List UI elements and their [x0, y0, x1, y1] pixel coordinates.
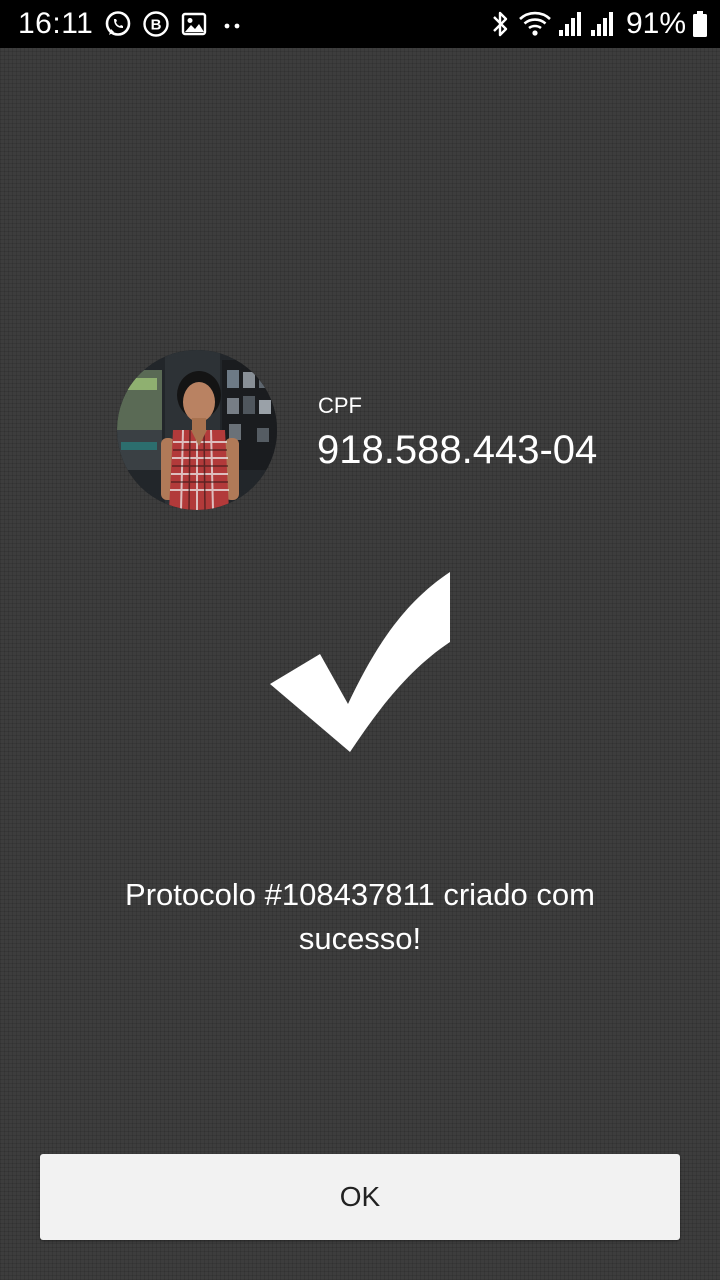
signal-icon [590, 9, 616, 39]
status-time: 16:11 [18, 7, 94, 40]
signal-icon [558, 9, 584, 39]
ok-button[interactable]: OK [40, 1154, 680, 1240]
wifi-icon [518, 9, 552, 39]
cpf-label: CPF [318, 393, 362, 418]
battery-icon [692, 9, 708, 39]
cpf-value: 918.588.443-04 [317, 428, 598, 472]
success-message: Protocolo #108437811 criado com sucesso! [125, 877, 595, 956]
business-icon: B [142, 10, 170, 38]
bluetooth-icon [488, 9, 512, 39]
notification-icons: B [104, 10, 246, 38]
whatsapp-icon [104, 10, 132, 38]
status-bar: 16:11 B 91% [0, 0, 720, 48]
gallery-icon [180, 10, 208, 38]
system-icons: 91% [488, 6, 708, 42]
svg-text:B: B [151, 17, 162, 34]
avatar [117, 350, 277, 510]
checkmark-icon [268, 570, 452, 754]
more-dots-icon [218, 10, 246, 38]
battery-percent: 91% [625, 7, 686, 40]
